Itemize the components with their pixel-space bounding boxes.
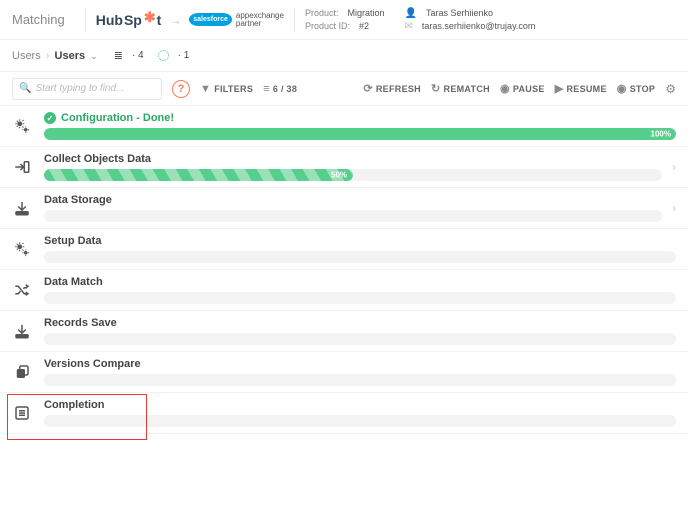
- settings-button[interactable]: ⚙: [665, 82, 676, 96]
- step-versions-compare: Versions Compare: [0, 352, 688, 393]
- import-icon: [10, 158, 34, 176]
- sliders-icon: ≡: [263, 83, 270, 95]
- progress-bar: [44, 292, 676, 304]
- step-configuration: ✓ Configuration - Done! 100%: [0, 106, 688, 147]
- resume-button[interactable]: ▶ RESUME: [555, 82, 607, 95]
- divider: [85, 8, 86, 32]
- refresh-icon: ⟳: [363, 82, 373, 95]
- pause-icon: ◉: [500, 82, 510, 95]
- step-title: Data Storage: [44, 194, 112, 206]
- product-value: Migration: [347, 8, 384, 18]
- download-icon: [10, 322, 34, 340]
- step-title: Records Save: [44, 317, 117, 329]
- progress-bar: [44, 415, 676, 427]
- check-icon: ✓: [44, 112, 56, 124]
- stop-button[interactable]: ◉ STOP: [617, 82, 655, 95]
- step-data-match: Data Match: [0, 270, 688, 311]
- progress-bar: [44, 333, 676, 345]
- cycle-count: · 1: [178, 50, 190, 61]
- user-email: taras.serhiienko@trujay.com: [422, 21, 536, 31]
- download-icon: [10, 199, 34, 217]
- step-title: Versions Compare: [44, 358, 141, 370]
- app-header: Matching HubSp✱t → salesforce appexchang…: [0, 0, 688, 40]
- progress-percent: 50%: [331, 171, 347, 180]
- rematch-icon: ↻: [431, 82, 441, 95]
- filter-icon: ▼: [200, 83, 211, 95]
- toolbar: 🔍 Start typing to find... ? ▼ FILTERS ≡ …: [0, 72, 688, 106]
- steps-list: ✓ Configuration - Done! 100% Collect Obj…: [0, 106, 688, 506]
- email-icon: ✉: [405, 21, 413, 32]
- product-id-label: Product ID:: [305, 21, 350, 31]
- step-data-storage[interactable]: Data Storage ›: [0, 188, 688, 229]
- hubspot-logo: HubSp✱t: [96, 11, 162, 28]
- breadcrumb-current[interactable]: Users: [55, 50, 86, 62]
- pause-button[interactable]: ◉ PAUSE: [500, 82, 545, 95]
- search-icon: 🔍: [19, 83, 31, 94]
- chevron-right-icon[interactable]: ›: [672, 160, 676, 174]
- progress-bar: 100%: [44, 128, 676, 140]
- user-name: Taras Serhiienko: [426, 8, 493, 18]
- breadcrumb[interactable]: Users › Users ⌄: [12, 50, 98, 62]
- divider: [294, 8, 295, 32]
- progress-bar: [44, 210, 662, 222]
- salesforce-cloud-icon: salesforce: [189, 13, 232, 26]
- search-placeholder: Start typing to find...: [35, 83, 124, 94]
- step-title: Collect Objects Data: [44, 153, 151, 165]
- product-label: Product:: [305, 8, 339, 18]
- product-id-value: #2: [359, 21, 369, 31]
- appexchange-logo: salesforce appexchange partner: [189, 12, 284, 28]
- product-meta: Product: Migration 👤 Taras Serhiienko Pr…: [305, 8, 535, 32]
- list-icon: [10, 404, 34, 422]
- filters-button[interactable]: ▼ FILTERS: [200, 83, 253, 95]
- page-title: Matching: [12, 12, 65, 27]
- help-button[interactable]: ?: [172, 80, 190, 98]
- play-icon: ▶: [555, 82, 564, 95]
- gears-icon: [10, 240, 34, 258]
- step-title: Completion: [44, 399, 105, 411]
- rematch-button[interactable]: ↻ REMATCH: [431, 82, 490, 95]
- breadcrumb-root[interactable]: Users: [12, 50, 41, 62]
- progress-bar: 50%: [44, 169, 662, 181]
- hubspot-icon: ✱: [144, 9, 156, 26]
- search-input[interactable]: 🔍 Start typing to find...: [12, 78, 162, 100]
- list-icon[interactable]: ≣: [114, 49, 124, 62]
- arrow-right-icon: →: [169, 13, 181, 27]
- step-collect-objects[interactable]: Collect Objects Data 50% ›: [0, 147, 688, 188]
- step-setup-data: Setup Data: [0, 229, 688, 270]
- breadcrumb-bar: Users › Users ⌄ ≣ · 4 · 1: [0, 40, 688, 72]
- list-count: · 4: [132, 50, 144, 61]
- step-title: Setup Data: [44, 235, 101, 247]
- step-completion: Completion: [0, 393, 688, 434]
- cycle-icon[interactable]: [158, 50, 169, 61]
- range-button[interactable]: ≡ 6 / 38: [263, 83, 297, 95]
- shuffle-icon: [10, 281, 34, 299]
- progress-percent: 100%: [651, 130, 671, 139]
- gear-icon: ⚙: [665, 82, 676, 96]
- chevron-down-icon[interactable]: ⌄: [90, 51, 98, 61]
- progress-bar: [44, 251, 676, 263]
- refresh-button[interactable]: ⟳ REFRESH: [363, 82, 421, 95]
- step-records-save: Records Save: [0, 311, 688, 352]
- step-title: Configuration - Done!: [61, 112, 174, 124]
- chevron-right-icon[interactable]: ›: [672, 201, 676, 215]
- copy-icon: [10, 363, 34, 381]
- progress-bar: [44, 374, 676, 386]
- stop-icon: ◉: [617, 82, 627, 95]
- step-title: Data Match: [44, 276, 103, 288]
- user-icon: 👤: [405, 8, 417, 19]
- gears-icon: [10, 117, 34, 135]
